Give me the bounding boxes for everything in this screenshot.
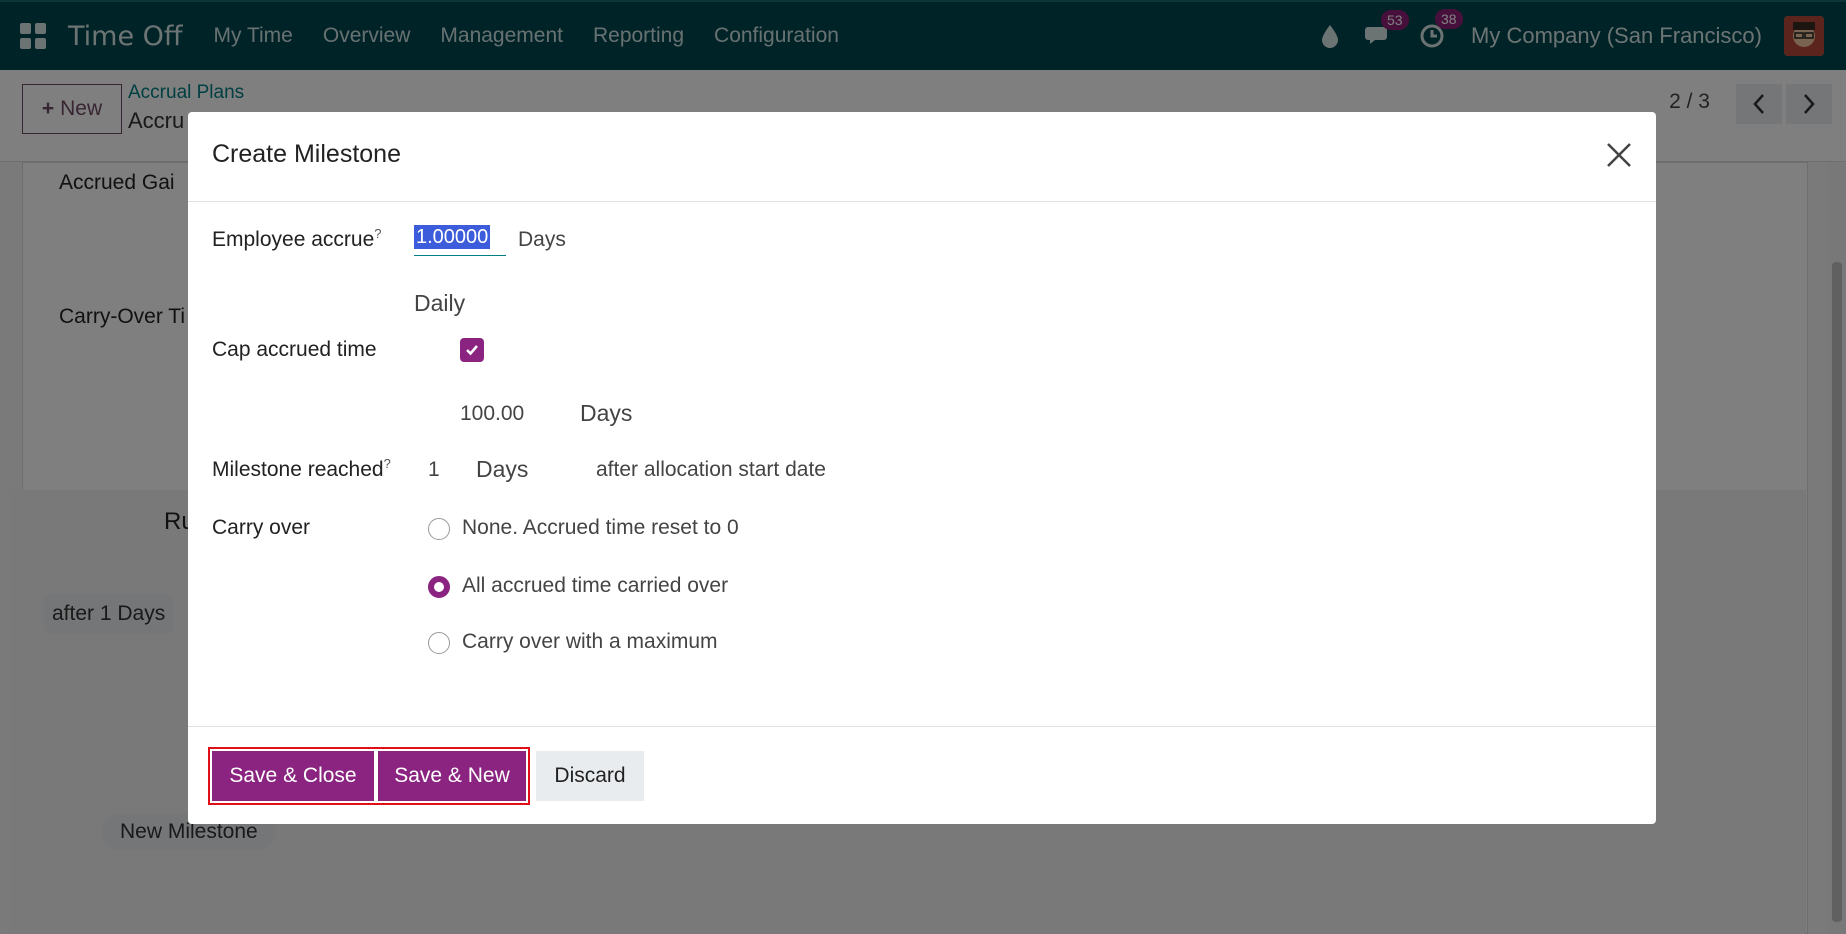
save-new-button[interactable]: Save & New [378, 751, 526, 801]
carry-over-label: Carry over [212, 516, 311, 539]
frequency-select[interactable]: Daily [414, 290, 465, 317]
cap-accrued-time-checkbox[interactable] [460, 338, 484, 362]
milestone-unit-select[interactable]: Days [476, 456, 528, 483]
save-buttons-group: Save & Close Save & New [208, 747, 530, 805]
milestone-value-input[interactable]: 1 [428, 458, 440, 482]
carry-option-maximum-radio[interactable] [428, 632, 450, 654]
dialog-body: Employee accrue? 1.00000 Days Daily Cap … [188, 202, 1656, 726]
save-close-button[interactable]: Save & Close [212, 751, 374, 801]
carry-option-all-radio[interactable] [428, 576, 450, 598]
accrue-unit-select[interactable]: Days [518, 228, 566, 252]
dialog-title: Create Milestone [212, 140, 401, 168]
cap-accrued-time-label: Cap accrued time [212, 338, 377, 361]
close-icon[interactable] [1604, 140, 1634, 170]
check-icon [466, 345, 478, 356]
carry-option-none-radio[interactable] [428, 518, 450, 540]
milestone-suffix-text: after allocation start date [596, 458, 826, 481]
help-tooltip-icon[interactable]: ? [374, 226, 381, 241]
milestone-reached-label: Milestone reached? [212, 456, 391, 481]
carry-option-none-label[interactable]: None. Accrued time reset to 0 [462, 516, 739, 540]
dialog-footer: Save & Close Save & New Discard [188, 726, 1656, 824]
carry-option-all-label[interactable]: All accrued time carried over [462, 574, 728, 598]
help-tooltip-icon[interactable]: ? [384, 456, 391, 471]
discard-button[interactable]: Discard [536, 751, 644, 801]
cap-unit-select[interactable]: Days [580, 400, 632, 427]
cap-amount-input[interactable]: 100.00 [460, 402, 524, 426]
dialog-header: Create Milestone [188, 112, 1656, 202]
create-milestone-dialog: Create Milestone Employee accrue? 1.0000… [188, 112, 1656, 824]
accrue-amount-input[interactable]: 1.00000 [414, 225, 506, 256]
employee-accrue-label: Employee accrue? [212, 226, 382, 251]
carry-option-maximum-label[interactable]: Carry over with a maximum [462, 630, 718, 654]
